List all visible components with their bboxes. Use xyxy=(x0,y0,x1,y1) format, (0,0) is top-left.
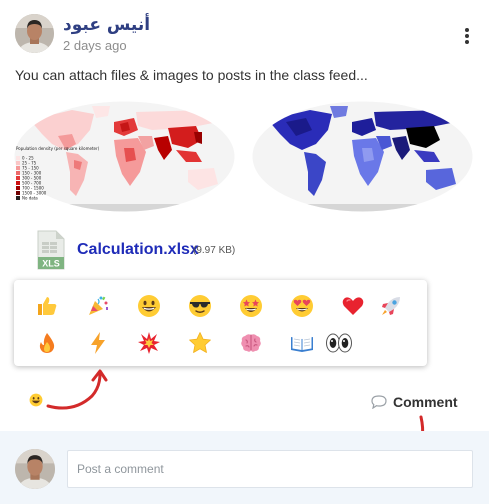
post-body-text: You can attach files & images to posts i… xyxy=(15,67,368,83)
rocket-icon xyxy=(382,297,400,315)
fire-icon xyxy=(39,333,55,353)
brain-icon xyxy=(241,334,261,352)
reaction-grinning-face[interactable] xyxy=(131,292,167,320)
star-struck-icon xyxy=(240,295,262,317)
speech-bubble-icon xyxy=(371,395,387,409)
population-density-map-image[interactable]: Population density (per square kilometer… xyxy=(12,100,237,213)
excel-file-icon: XLS xyxy=(36,230,66,270)
reaction-rocket[interactable] xyxy=(373,292,409,320)
post-header: أنيس عبود 2 days ago xyxy=(15,14,475,58)
author-name[interactable]: أنيس عبود xyxy=(63,15,150,35)
reaction-heart-eyes[interactable] xyxy=(284,292,320,320)
reaction-brain[interactable] xyxy=(233,329,269,357)
comment-button[interactable]: Comment xyxy=(371,393,458,411)
lightning-icon xyxy=(91,332,105,354)
reaction-red-heart[interactable] xyxy=(335,292,371,320)
file-name-link[interactable]: Calculation.xlsx xyxy=(77,241,199,259)
reaction-open-book[interactable] xyxy=(284,329,320,357)
open-book-icon xyxy=(291,336,313,352)
blue-world-map-image[interactable] xyxy=(250,100,475,213)
collision-icon xyxy=(138,332,160,354)
party-popper-icon xyxy=(89,296,108,315)
red-heart-icon xyxy=(342,297,364,315)
map-legend-title: Population density (per square kilometer… xyxy=(16,146,100,151)
reaction-thumbs-up[interactable] xyxy=(29,292,65,320)
comment-composer xyxy=(0,431,489,504)
current-user-avatar xyxy=(15,449,55,489)
reaction-picker xyxy=(14,280,427,366)
annotation-arrow-icon xyxy=(46,369,108,410)
heart-eyes-icon xyxy=(291,295,313,317)
post-timestamp: 2 days ago xyxy=(63,38,127,53)
svg-text:XLS: XLS xyxy=(42,259,60,269)
comment-input[interactable] xyxy=(67,450,473,488)
reaction-party-popper[interactable] xyxy=(80,292,116,320)
reaction-sunglasses-face[interactable] xyxy=(182,292,218,320)
reaction-eyes[interactable] xyxy=(321,329,357,357)
more-options-button[interactable] xyxy=(459,28,475,46)
comment-button-label: Comment xyxy=(393,394,458,410)
reaction-lightning[interactable] xyxy=(80,329,116,357)
reaction-star-struck[interactable] xyxy=(233,292,269,320)
reaction-collision[interactable] xyxy=(131,329,167,357)
add-reaction-button[interactable] xyxy=(29,393,43,407)
eyes-icon xyxy=(326,333,352,353)
svg-text:No data: No data xyxy=(22,196,38,201)
file-size: (9.97 KB) xyxy=(193,245,236,256)
reaction-star[interactable] xyxy=(182,329,218,357)
author-avatar[interactable] xyxy=(15,14,54,53)
thumbs-up-icon xyxy=(38,297,57,315)
smiley-reaction-icon xyxy=(29,393,43,407)
sunglasses-face-icon xyxy=(189,295,211,317)
reaction-fire[interactable] xyxy=(29,329,65,357)
vertical-ellipsis-icon xyxy=(465,28,469,32)
star-icon xyxy=(189,332,211,353)
grinning-face-icon xyxy=(138,295,160,317)
file-attachment[interactable]: XLS Calculation.xlsx (9.97 KB) xyxy=(36,230,336,272)
